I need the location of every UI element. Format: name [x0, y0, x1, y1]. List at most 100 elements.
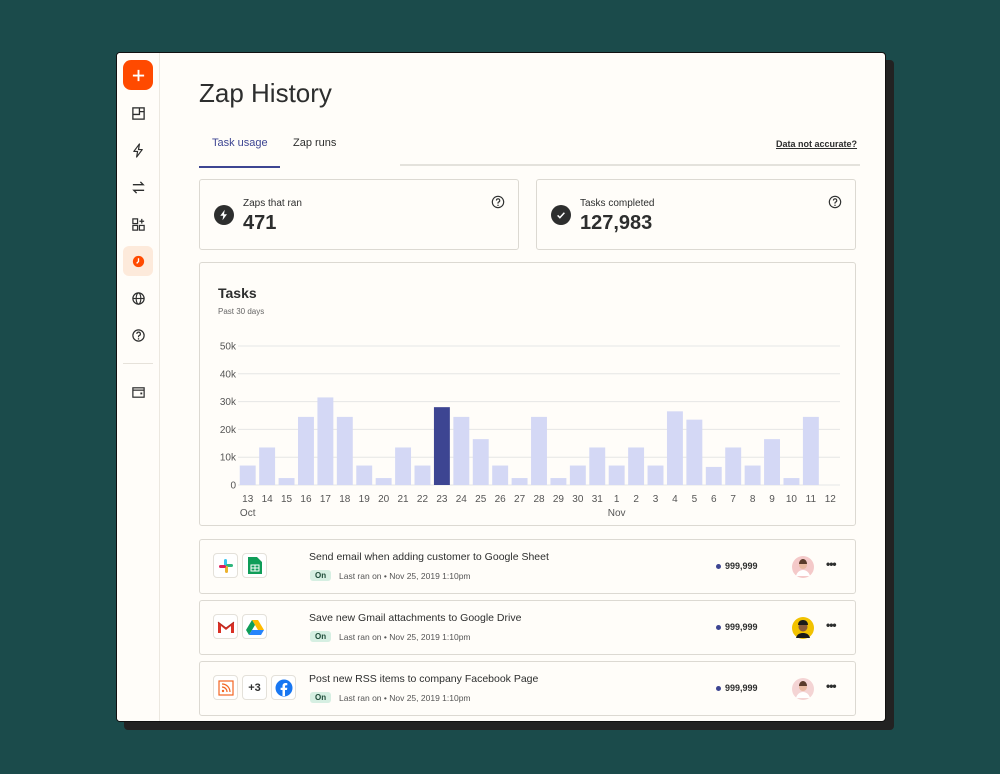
chart-bar [239, 465, 256, 485]
x-tick-label: 5 [692, 494, 698, 505]
stat-card-zaps-ran: Zaps that ran 471 [199, 179, 519, 250]
x-tick-label: 27 [514, 494, 526, 505]
task-count-value: 999,999 [725, 683, 758, 693]
last-ran-text: Last ran on • Nov 25, 2019 1:10pm [339, 632, 471, 642]
last-ran-text: Last ran on • Nov 25, 2019 1:10pm [339, 693, 471, 703]
y-tick-label: 50k [220, 342, 237, 353]
stat-value: 471 [243, 212, 277, 234]
month-label: Nov [608, 508, 626, 519]
x-tick-label: 4 [672, 494, 678, 505]
zap-row[interactable]: Send email when adding customer to Googl… [199, 539, 856, 594]
gmail-icon [213, 614, 238, 639]
zap-name: Post new RSS items to company Facebook P… [309, 673, 539, 685]
help-icon[interactable] [828, 195, 842, 209]
status-badge: On [310, 692, 332, 703]
tasks-chart-card: Tasks Past 30 days 0 10k 20k 30k 40k 50k 13 14 1… [199, 262, 856, 526]
zap-name: Save new Gmail attachments to Google Dri… [309, 612, 522, 624]
tab-zap-runs[interactable]: Zap runs [293, 137, 336, 149]
history-icon [132, 255, 144, 267]
x-tick-label: 2 [633, 494, 639, 505]
chart-bar [453, 416, 470, 485]
sidebar-item-history[interactable] [123, 246, 153, 276]
chart-bar [589, 447, 606, 485]
month-label: Oct [240, 508, 256, 519]
sidebar-divider [123, 363, 153, 364]
page-title: Zap History [199, 78, 332, 108]
chart-bar [511, 478, 528, 485]
wallet-icon [131, 386, 145, 398]
main-content: Zap History Task usage Zap runs Data not… [160, 53, 885, 721]
last-ran-text: Last ran on • Nov 25, 2019 1:10pm [339, 571, 471, 581]
more-options-icon[interactable]: ••• [826, 679, 837, 693]
dot-icon [716, 563, 721, 569]
x-tick-label: 26 [495, 494, 507, 505]
stat-card-tasks-completed: Tasks completed 127,983 [536, 179, 856, 250]
sidebar-item-transfer[interactable] [123, 172, 153, 202]
x-tick-label: 9 [769, 494, 775, 505]
chart-bar [259, 447, 276, 485]
sidebar-item-dashboard[interactable] [123, 98, 153, 128]
tab-task-usage[interactable]: Task usage [212, 137, 268, 149]
chart-bar [278, 478, 295, 485]
task-count-value: 999,999 [725, 561, 758, 571]
avatar [792, 678, 814, 700]
x-tick-label: 28 [533, 494, 545, 505]
task-count-value: 999,999 [725, 622, 758, 632]
check-icon [551, 205, 571, 225]
data-not-accurate-link[interactable]: Data not accurate? [776, 139, 857, 149]
chart-bar [550, 478, 567, 485]
x-tick-label: 29 [553, 494, 565, 505]
y-tick-label: 30k [220, 397, 237, 408]
sidebar-item-explore[interactable] [123, 283, 153, 313]
y-tick-label: 40k [220, 369, 237, 380]
help-icon[interactable] [491, 195, 505, 209]
app-window: Zap History Task usage Zap runs Data not… [116, 52, 886, 722]
x-tick-label: 25 [475, 494, 487, 505]
y-tick-label: 20k [220, 425, 237, 436]
chart-bar [783, 478, 800, 485]
x-tick-label: 1 [614, 494, 620, 505]
task-count: 999,999 [716, 683, 758, 693]
status-badge: On [310, 631, 332, 642]
chart-bar [472, 439, 489, 485]
google-sheets-icon [242, 553, 267, 578]
sidebar-item-billing[interactable] [123, 377, 153, 407]
chart-bar [764, 439, 780, 485]
chart-bar [666, 411, 683, 485]
chart-bar [686, 419, 703, 485]
x-tick-label: 22 [417, 494, 429, 505]
transfer-icon [131, 180, 145, 194]
facebook-icon [271, 675, 296, 700]
y-tick-label: 0 [230, 481, 236, 492]
chart-bar [802, 416, 819, 485]
globe-icon [131, 291, 145, 305]
zap-name: Send email when adding customer to Googl… [309, 551, 549, 563]
more-options-icon[interactable]: ••• [826, 557, 837, 571]
x-tick-label: 17 [320, 494, 332, 505]
more-options-icon[interactable]: ••• [826, 618, 837, 632]
x-tick-label: 23 [436, 494, 448, 505]
chart-bar [725, 447, 742, 485]
dashboard-icon [131, 106, 145, 120]
zap-row[interactable]: +3 Post new RSS items to company Faceboo… [199, 661, 856, 716]
x-tick-label: 7 [730, 494, 736, 505]
x-tick-label: 11 [806, 494, 817, 505]
sidebar-item-help[interactable] [123, 320, 153, 350]
plus-icon [132, 69, 144, 81]
stat-value: 127,983 [580, 212, 653, 234]
avatar [792, 556, 814, 578]
zap-row[interactable]: Save new Gmail attachments to Google Dri… [199, 600, 856, 655]
x-tick-label: 3 [653, 494, 659, 505]
sidebar-item-apps[interactable] [123, 209, 153, 239]
x-tick-label: 16 [300, 494, 312, 505]
sidebar-item-zaps[interactable] [123, 135, 153, 165]
create-zap-button[interactable] [123, 60, 153, 90]
bolt-icon [132, 142, 143, 158]
x-tick-label: 24 [456, 494, 468, 505]
tasks-bar-chart: 010k20k30k40k50k13 14 15 16 17 18 19 20 21 22 23 24… [220, 342, 840, 519]
x-tick-label: 31 [592, 494, 604, 505]
task-count: 999,999 [716, 561, 758, 571]
chart-bar [336, 416, 353, 485]
chart-bar [375, 478, 392, 485]
active-tab-indicator [199, 166, 280, 168]
